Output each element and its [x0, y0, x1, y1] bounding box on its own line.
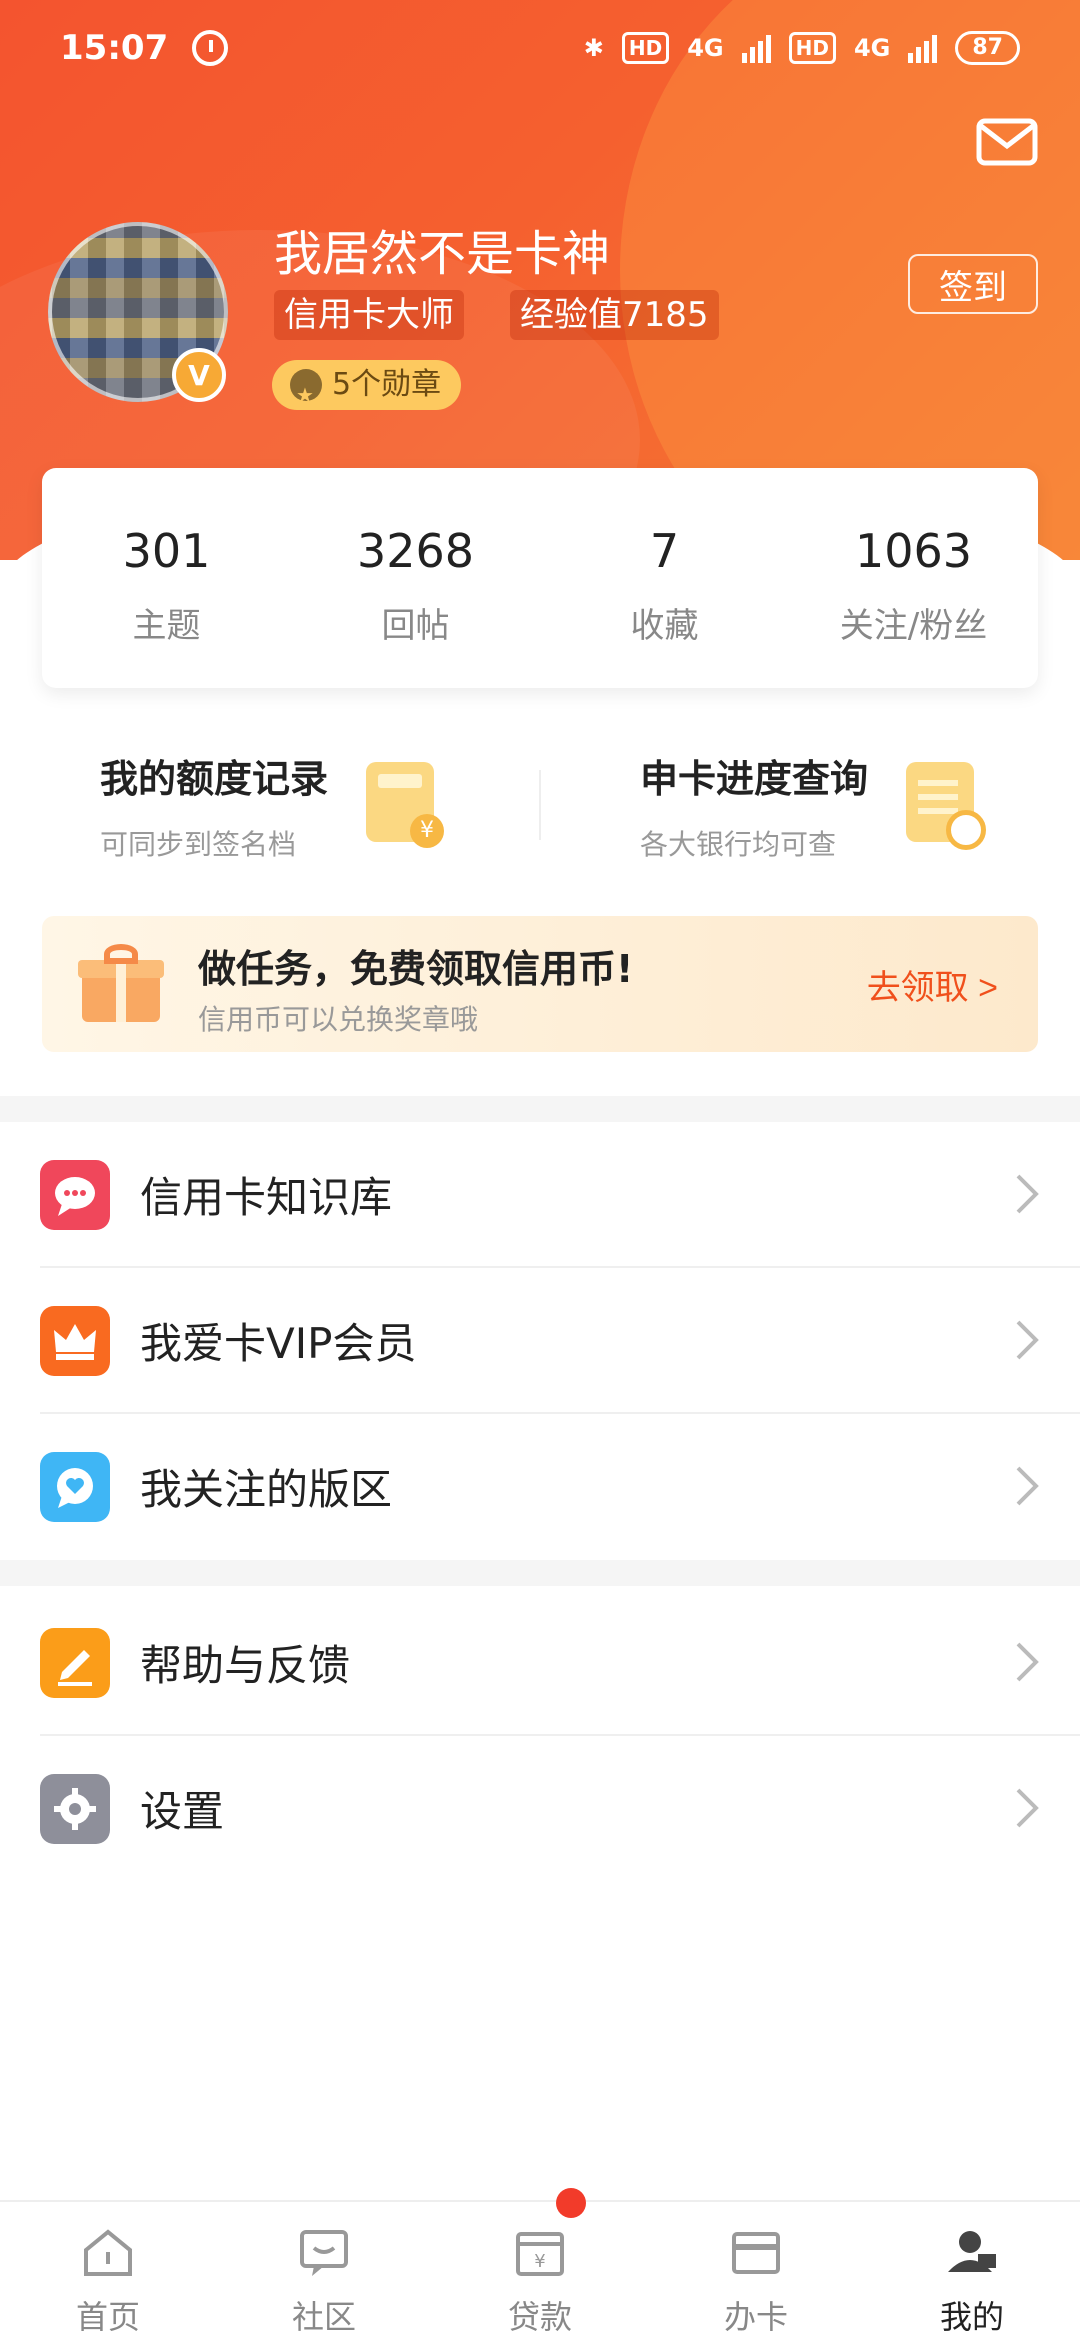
home-icon	[84, 2229, 132, 2276]
credit-limit-record-entry[interactable]: 我的额度记录 可同步到签名档	[100, 748, 580, 868]
verified-badge: V	[172, 348, 226, 402]
user-name: 我居然不是卡神	[274, 226, 611, 282]
tab-label: 我的	[939, 2298, 1004, 2336]
mail-icon[interactable]	[976, 118, 1038, 166]
alarm-icon	[192, 30, 229, 66]
chevron-right-icon	[1016, 1466, 1039, 1506]
user-title-tag: 信用卡大师	[274, 290, 464, 340]
section-gap	[0, 1096, 1080, 1122]
task-title: 做任务，免费领取信用币!	[198, 947, 634, 991]
tab-community[interactable]: 社区	[216, 2202, 432, 2340]
battery-icon: 87	[955, 31, 1020, 65]
menu-item-label: 我爱卡VIP会员	[140, 1319, 417, 1368]
medal-count-label: 5个勋章	[332, 367, 442, 402]
tab-apply-card[interactable]: 办卡	[648, 2202, 864, 2340]
stat-label: 主题	[132, 606, 201, 646]
status-bar: 15:07 ✱ HD 4G HD 4G 87	[0, 0, 1080, 96]
network-type-2: 4G	[853, 34, 891, 62]
stat-replies[interactable]: 3268 回帖	[291, 468, 540, 688]
chevron-right-icon	[1016, 1320, 1039, 1360]
card-icon	[732, 2232, 780, 2274]
signal-icon-2	[908, 33, 938, 63]
stat-value: 1063	[854, 524, 973, 578]
tool-divider	[539, 770, 541, 840]
menu-item-vip[interactable]: 我爱卡VIP会员	[0, 1268, 1080, 1414]
tool-subtitle: 可同步到签名档	[100, 828, 297, 861]
signal-icon	[741, 33, 771, 63]
stat-label: 回帖	[381, 606, 450, 646]
medal-icon	[290, 369, 322, 420]
tab-label: 社区	[291, 2298, 356, 2336]
menu-item-label: 帮助与反馈	[140, 1641, 351, 1690]
section-gap	[0, 1560, 1080, 1586]
stat-label: 关注/粉丝	[839, 606, 988, 646]
tool-subtitle: 各大银行均可查	[640, 828, 837, 861]
medal-count-badge[interactable]: 5个勋章	[272, 360, 462, 420]
stat-value: 3268	[356, 524, 475, 578]
task-subtitle: 信用币可以兑换奖章哦	[198, 1003, 479, 1036]
menu-item-settings[interactable]: 设置	[0, 1736, 1080, 1882]
status-time: 15:07	[60, 28, 169, 68]
stat-favorites[interactable]: 7 收藏	[540, 468, 789, 688]
menu-item-label: 设置	[140, 1787, 225, 1836]
stat-value: 7	[649, 524, 680, 578]
tool-title: 我的额度记录	[100, 757, 329, 801]
sign-in-button[interactable]: 签到	[908, 254, 1038, 314]
chevron-right-icon	[1016, 1642, 1039, 1682]
menu-item-label: 我关注的版区	[140, 1465, 393, 1514]
stat-follows[interactable]: 1063 关注/粉丝	[789, 468, 1038, 688]
document-search-icon	[906, 762, 986, 850]
tool-title: 申卡进度查询	[640, 757, 869, 801]
chevron-right-icon	[1016, 1788, 1039, 1828]
tab-label: 首页	[75, 2298, 140, 2336]
stat-topics[interactable]: 301 主题	[42, 468, 291, 688]
chat-bubble-icon	[40, 1160, 110, 1230]
claim-button[interactable]: 去领取 >	[867, 960, 998, 1009]
stat-value: 301	[122, 524, 211, 578]
menu-item-knowledge-base[interactable]: 信用卡知识库	[0, 1122, 1080, 1268]
loan-icon: ¥	[516, 2232, 564, 2276]
menu-item-label: 信用卡知识库	[140, 1173, 393, 1222]
menu-item-help-feedback[interactable]: 帮助与反馈	[0, 1590, 1080, 1736]
gift-icon	[78, 944, 164, 1022]
bottom-tab-bar: 首页 社区 ¥ 贷款 办卡 我的	[0, 2200, 1080, 2340]
network-type: 4G	[687, 34, 724, 62]
heart-bubble-icon	[40, 1452, 110, 1522]
profile-icon	[948, 2231, 996, 2272]
tab-home[interactable]: 首页	[0, 2202, 216, 2340]
chevron-right-icon	[1016, 1174, 1039, 1214]
svg-text:¥: ¥	[534, 2251, 545, 2272]
card-application-progress-entry[interactable]: 申卡进度查询 各大银行均可查	[640, 748, 1080, 868]
calculator-icon	[366, 762, 444, 848]
tab-mine[interactable]: 我的	[864, 2202, 1080, 2340]
hd-indicator: HD	[621, 32, 670, 64]
tab-loan[interactable]: ¥ 贷款	[432, 2202, 648, 2340]
stat-label: 收藏	[630, 606, 699, 646]
stats-card: 301 主题 3268 回帖 7 收藏 1063 关注/粉丝	[42, 468, 1038, 688]
gear-icon	[40, 1774, 110, 1844]
tab-label: 办卡	[723, 2298, 788, 2336]
hd-indicator-2: HD	[788, 32, 836, 64]
pencil-icon	[40, 1628, 110, 1698]
bluetooth-icon: ✱	[583, 34, 604, 62]
menu-item-followed-boards[interactable]: 我关注的版区	[0, 1414, 1080, 1560]
experience-tag: 经验值7185	[510, 290, 719, 340]
notification-dot	[556, 2188, 586, 2218]
crown-icon	[40, 1306, 110, 1376]
tab-label: 贷款	[507, 2298, 572, 2336]
task-banner[interactable]: 做任务，免费领取信用币! 信用币可以兑换奖章哦 去领取 >	[42, 916, 1038, 1052]
chat-icon	[300, 2230, 348, 2276]
